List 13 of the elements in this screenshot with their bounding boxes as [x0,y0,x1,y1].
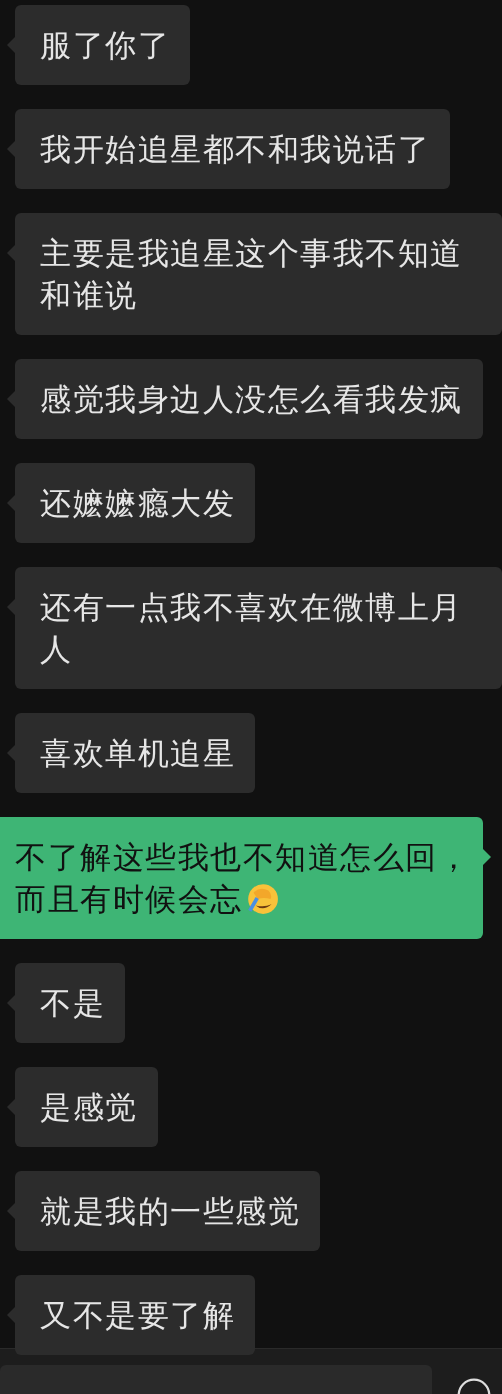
message-text: 感觉我身边人没怎么看我发疯 [40,381,463,417]
message-text: 主要是我追星这个事我不知道和谁说 [40,235,463,313]
message-text: 就是我的一些感觉 [40,1193,300,1229]
message-text: 服了你了 [40,27,170,63]
message-text: 还嬷嬷瘾大发 [40,485,235,521]
message-text: 喜欢单机追星 [40,735,235,771]
message-text: 是感觉 [40,1089,138,1125]
message-text: 不了解这些我也不知道怎么回， [15,838,470,877]
message-text: 不是 [40,985,105,1021]
message-text: 而且有时候会忘 [15,880,243,919]
message-text: 还有一点我不喜欢在微博上月人 [40,589,463,667]
message-text: 我开始追星都不和我说话了 [40,131,430,167]
message-text: 又不是要了解 [40,1297,235,1333]
